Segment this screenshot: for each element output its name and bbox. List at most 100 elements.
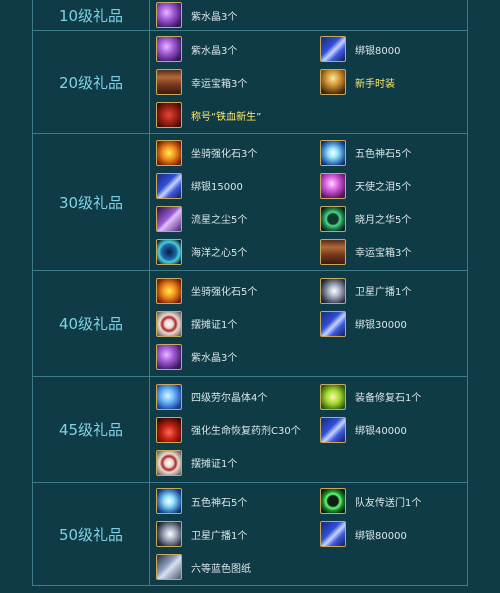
gift-item-label: 绑银80000 [355,530,407,542]
level-label: 30级礼品 [32,133,150,271]
gift-item[interactable]: 海洋之心5个 [150,238,314,266]
gift-item[interactable]: 装备修复石1个 [314,383,462,411]
gift-item[interactable]: 紫水晶3个 [150,35,314,63]
gift-item-label: 四级劳尔晶体4个 [191,393,268,404]
gift-item-label: 五色神石5个 [355,149,412,160]
gift-item-label: 海洋之心5个 [191,248,248,259]
costume-icon[interactable] [320,69,346,95]
gift-items-cell: 紫水晶3个 [149,0,468,31]
stardust-icon[interactable] [156,205,182,232]
gift-items-grid: 坐骑强化石5个 卫星广播1个摆摊证1个 绑银30000 紫水晶3个 [150,277,467,371]
gift-items-cell: 五色神石5个 队友传送门1个卫星广播1个 绑银80000 六等蓝色图纸 [149,482,468,586]
gift-item[interactable]: 卫星广播1个 [314,277,462,305]
fourth-crystal-icon[interactable] [156,383,182,410]
gift-item-label: 六等蓝色图纸 [191,563,251,575]
mount-stone-icon[interactable] [156,277,182,304]
purple-crystal-icon[interactable] [156,343,182,370]
title-badge-icon[interactable] [156,102,182,128]
stall-license-icon[interactable] [156,449,182,476]
gift-item-label: 流星之尘5个 [191,215,248,226]
ocean-heart-icon[interactable] [156,238,182,265]
gift-item[interactable]: 坐骑强化石3个 [150,139,314,167]
bound-silver-icon[interactable] [320,521,346,547]
gift-item[interactable]: 五色神石5个 [314,139,462,167]
gift-row: 45级礼品 四级劳尔晶体4个 装备修复石1个 强化生命恢复药剂C30个 绑银40000 摆… [32,376,468,483]
gift-item-label: 紫水晶3个 [191,45,238,57]
gift-item[interactable]: 绑银30000 [314,310,462,338]
gift-item-label: 队友传送门1个 [355,497,422,509]
health-potion-icon[interactable] [156,416,182,443]
satellite-broadcast-icon[interactable] [156,521,182,547]
gift-item-label: 坐骑强化石3个 [191,149,258,160]
gift-item[interactable]: 队友传送门1个 [314,487,462,515]
gift-items-grid: 四级劳尔晶体4个 装备修复石1个强化生命恢复药剂C30个 绑银40000 摆摊证1个 [150,383,467,477]
gift-item[interactable]: 卫星广播1个 [150,520,314,548]
level-label: 10级礼品 [32,0,150,31]
gift-items-grid: 紫水晶3个 绑银8000 幸运宝箱3个 新手时装称号“铁血新生” [150,35,467,129]
gift-item-label: 幸运宝箱3个 [355,248,412,259]
satellite-broadcast-icon[interactable] [320,277,346,304]
gift-item[interactable]: 新手时装 [314,68,462,96]
gift-item[interactable]: 六等蓝色图纸 [150,553,314,581]
gift-item-label: 紫水晶3个 [191,11,238,23]
gift-item[interactable]: 摆摊证1个 [150,310,314,338]
gift-item-label: 绑银15000 [191,182,243,193]
gift-table-panel: 10级礼品 紫水晶3个 20级礼品 紫水晶3个 绑银8000 幸运宝箱3个 新手时装 称号“铁… [0,0,500,593]
gift-row: 40级礼品 坐骑强化石5个 卫星广播1个摆摊证1个 绑银30000 紫水晶3个 [32,270,468,377]
gift-item[interactable]: 绑银15000 [150,172,314,200]
gift-item[interactable]: 坐骑强化石5个 [150,277,314,305]
gift-row: 30级礼品 坐骑强化石3个 五色神石5个绑银15000 天使之泪5个流星之尘5个 晓月之… [32,133,468,271]
gift-item[interactable]: 紫水晶3个 [150,1,314,29]
gift-item[interactable]: 绑银40000 [314,416,462,444]
gift-item-label: 装备修复石1个 [355,393,422,404]
gift-item[interactable]: 称号“铁血新生” [150,101,314,129]
gift-item-label: 幸运宝箱3个 [191,78,248,90]
gift-item-label: 新手时装 [355,78,395,90]
five-color-stone-icon[interactable] [320,139,346,166]
gift-item[interactable]: 紫水晶3个 [150,343,314,371]
gift-item-label: 紫水晶3个 [191,353,238,364]
blueprint-scroll-icon[interactable] [156,554,182,580]
gift-item-label: 绑银8000 [355,45,401,57]
bound-silver-icon[interactable] [320,36,346,62]
gift-item[interactable]: 强化生命恢复药剂C30个 [150,416,314,444]
gift-item-label: 强化生命恢复药剂C30个 [191,426,301,437]
mount-stone-icon[interactable] [156,139,182,166]
treasure-chest-icon[interactable] [320,238,346,265]
purple-crystal-icon[interactable] [156,2,182,28]
gift-item[interactable]: 天使之泪5个 [314,172,462,200]
gift-items-cell: 四级劳尔晶体4个 装备修复石1个强化生命恢复药剂C30个 绑银40000 摆摊证1个 [149,376,468,483]
gift-item-label: 绑银40000 [355,426,407,437]
gift-item[interactable]: 绑银8000 [314,35,462,63]
gift-item[interactable]: 流星之尘5个 [150,205,314,233]
five-color-stone-icon[interactable] [156,488,182,514]
gift-item-label: 卫星广播1个 [355,287,412,298]
gift-row: 10级礼品 紫水晶3个 [32,0,468,31]
level-label: 40级礼品 [32,270,150,377]
gift-item[interactable]: 幸运宝箱3个 [150,68,314,96]
gift-item[interactable]: 四级劳尔晶体4个 [150,383,314,411]
equipment-repair-stone-icon[interactable] [320,383,346,410]
gift-item-label: 摆摊证1个 [191,320,238,331]
gift-item-label: 摆摊证1个 [191,459,238,470]
moon-essence-icon[interactable] [320,205,346,232]
gift-item-label: 卫星广播1个 [191,530,248,542]
gift-item[interactable]: 幸运宝箱3个 [314,238,462,266]
gift-item[interactable]: 摆摊证1个 [150,449,314,477]
level-label: 20级礼品 [32,30,150,134]
gift-item-label: 称号“铁血新生” [191,111,262,123]
gift-item[interactable]: 绑银80000 [314,520,462,548]
bound-silver-icon[interactable] [156,172,182,199]
gift-item[interactable]: 晓月之华5个 [314,205,462,233]
gift-items-cell: 坐骑强化石5个 卫星广播1个摆摊证1个 绑银30000 紫水晶3个 [149,270,468,377]
bound-silver-icon[interactable] [320,310,346,337]
bound-silver-icon[interactable] [320,416,346,443]
gift-item[interactable]: 五色神石5个 [150,487,314,515]
gift-item-label: 五色神石5个 [191,497,248,509]
gift-item-label: 坐骑强化石5个 [191,287,258,298]
stall-license-icon[interactable] [156,310,182,337]
purple-crystal-icon[interactable] [156,36,182,62]
angel-tear-icon[interactable] [320,172,346,199]
treasure-chest-icon[interactable] [156,69,182,95]
team-portal-icon[interactable] [320,488,346,514]
